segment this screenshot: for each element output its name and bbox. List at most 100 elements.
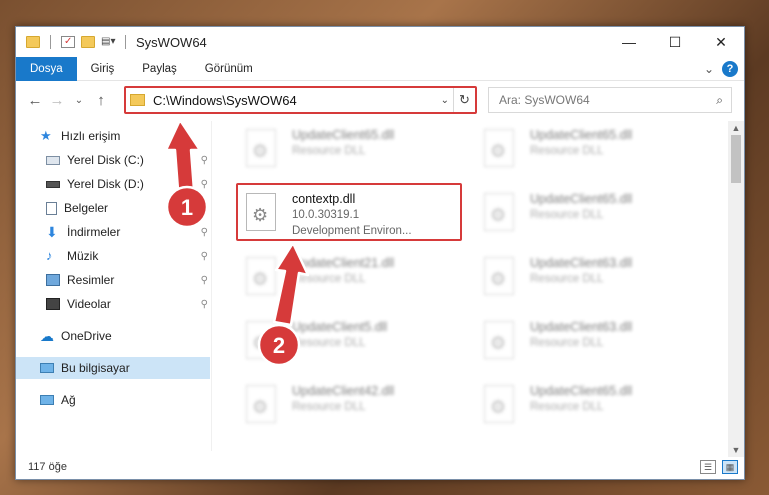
- pin-icon[interactable]: ⚲: [201, 227, 208, 238]
- forward-button[interactable]: →: [46, 92, 68, 109]
- title-bar: ✓ ▤▾ SysWOW64 — ☐ ✕: [16, 27, 744, 57]
- ribbon-tabs: Dosya Giriş Paylaş Görünüm ⌄ ?: [16, 56, 744, 81]
- dll-file-icon: ⚙: [246, 321, 278, 361]
- pin-icon[interactable]: ⚲: [201, 299, 208, 310]
- file-highlight-box: [236, 183, 462, 241]
- sidebar-item-pictures[interactable]: Resimler ⚲: [16, 269, 210, 291]
- properties-icon[interactable]: ✓: [61, 36, 75, 48]
- document-icon: [46, 201, 57, 215]
- address-dropdown-icon[interactable]: ⌄: [441, 95, 449, 106]
- sidebar-item-videos[interactable]: Videolar ⚲: [16, 293, 210, 315]
- expand-ribbon-icon[interactable]: ⌄: [704, 62, 714, 76]
- up-button[interactable]: ↑: [90, 92, 112, 109]
- file-list: ⚙ UpdateClient65.dll Resource DLL ⚙ conte…: [212, 121, 726, 451]
- file-name: UpdateClient42.dll: [292, 384, 395, 398]
- file-type: Resource DLL: [530, 145, 604, 157]
- file-name: UpdateClient65.dll: [530, 192, 633, 206]
- drive-icon: [46, 155, 60, 165]
- file-type: Resource DLL: [292, 145, 366, 157]
- file-name: UpdateClient63.dll: [530, 320, 633, 334]
- details-view-icon[interactable]: ☰: [700, 460, 716, 474]
- sidebar-item-music[interactable]: ♪ Müzik ⚲: [16, 245, 210, 267]
- sidebar-item-downloads[interactable]: ⬇ İndirmeler ⚲: [16, 221, 210, 243]
- tab-giris[interactable]: Giriş: [77, 57, 129, 81]
- download-icon: ⬇: [46, 224, 58, 240]
- tab-paylas[interactable]: Paylaş: [128, 57, 191, 81]
- sidebar-item-label: Hızlı erişim: [61, 129, 121, 143]
- tiles-view-icon[interactable]: ▦: [722, 460, 738, 474]
- quick-access-toolbar: ✓ ▤▾: [16, 35, 130, 49]
- file-type: Resource DLL: [292, 401, 366, 413]
- address-path[interactable]: C:\Windows\SysWOW64: [153, 93, 297, 108]
- file-item[interactable]: ⚙ UpdateClient65.dll Resource DLL: [484, 123, 704, 179]
- file-item[interactable]: ⚙ UpdateClient63.dll Resource DLL: [484, 251, 704, 307]
- sidebar-item-documents[interactable]: Belgeler ⚲: [16, 197, 210, 219]
- dll-file-icon: ⚙: [246, 257, 278, 297]
- search-input[interactable]: Ara: SysWOW64 ⌕: [488, 87, 732, 113]
- dll-file-icon: ⚙: [484, 193, 516, 233]
- customize-toolbar-icon[interactable]: ▤▾: [101, 36, 115, 48]
- new-folder-icon[interactable]: [81, 36, 95, 48]
- navigation-bar: ← → ⌄ ↑ C:\Windows\SysWOW64 ⌄ ↻ Ara: Sys…: [16, 83, 744, 117]
- sidebar-item-quick-access[interactable]: ★ Hızlı erişim: [16, 125, 210, 147]
- tab-gorunum[interactable]: Görünüm: [191, 57, 267, 81]
- toolbar-separator: [50, 35, 51, 49]
- scrollbar-thumb[interactable]: [731, 135, 741, 183]
- pin-icon[interactable]: ⚲: [201, 251, 208, 262]
- sidebar-item-local-disk-c[interactable]: Yerel Disk (C:) ⚲: [16, 149, 210, 171]
- ribbon-right-controls: ⌄ ?: [704, 61, 738, 77]
- maximize-button[interactable]: ☐: [652, 27, 698, 57]
- file-type: Resource DLL: [292, 273, 366, 285]
- sidebar-item-network[interactable]: Ağ: [16, 389, 210, 411]
- pin-icon[interactable]: ⚲: [201, 275, 208, 286]
- pin-icon[interactable]: ⚲: [201, 155, 208, 166]
- file-name: UpdateClient21.dll: [292, 256, 395, 270]
- sidebar-item-label: Bu bilgisayar: [61, 361, 130, 375]
- sidebar-item-local-disk-d[interactable]: Yerel Disk (D:) ⚲: [16, 173, 210, 195]
- help-icon[interactable]: ?: [722, 61, 738, 77]
- file-item[interactable]: ⚙ UpdateClient65.dll Resource DLL: [484, 187, 704, 243]
- file-item[interactable]: ⚙ UpdateClient65.dll Resource DLL: [246, 123, 466, 179]
- file-item[interactable]: ⚙ UpdateClient63.dll Resource DLL: [484, 315, 704, 371]
- file-item[interactable]: ⚙ UpdateClient21.dll Resource DLL: [246, 251, 466, 307]
- dll-file-icon: ⚙: [246, 385, 278, 425]
- refresh-button[interactable]: ↻: [453, 88, 475, 112]
- sidebar-item-this-pc[interactable]: Bu bilgisayar: [16, 357, 210, 379]
- file-name: UpdateClient5.dll: [292, 320, 388, 334]
- address-bar[interactable]: C:\Windows\SysWOW64 ⌄ ↻: [124, 87, 476, 113]
- network-icon: [40, 395, 54, 405]
- sidebar-item-label: Belgeler: [64, 201, 109, 215]
- status-bar: 117 öğe ☰ ▦: [16, 455, 744, 479]
- back-button[interactable]: ←: [24, 92, 46, 109]
- file-name: UpdateClient65.dll: [530, 384, 633, 398]
- explorer-window: ✓ ▤▾ SysWOW64 — ☐ ✕ Dosya Giriş Paylaş G…: [15, 26, 745, 480]
- sidebar-item-label: Resimler: [67, 273, 115, 287]
- file-item[interactable]: ⚙ UpdateClient65.dll Resource DLL: [484, 379, 704, 435]
- file-item[interactable]: ⚙ UpdateClient42.dll Resource DLL: [246, 379, 466, 435]
- computer-icon: [40, 363, 54, 373]
- file-type: Resource DLL: [530, 337, 604, 349]
- search-icon[interactable]: ⌕: [716, 93, 723, 108]
- scroll-up-arrow-icon[interactable]: ▲: [728, 121, 744, 135]
- sidebar-item-label: Yerel Disk (D:): [67, 177, 144, 191]
- recent-locations-button[interactable]: ⌄: [68, 95, 90, 106]
- minimize-button[interactable]: —: [606, 27, 652, 57]
- dll-file-icon: ⚙: [484, 385, 516, 425]
- sidebar-item-onedrive[interactable]: ☁ OneDrive: [16, 325, 210, 347]
- pin-icon[interactable]: ⚲: [201, 203, 208, 214]
- file-item[interactable]: ⚙ UpdateClient5.dll Resource DLL: [246, 315, 466, 371]
- music-icon: ♪: [46, 248, 53, 263]
- folder-icon: [130, 94, 145, 106]
- close-button[interactable]: ✕: [698, 27, 744, 57]
- window-title: SysWOW64: [136, 34, 207, 50]
- sidebar-item-label: Müzik: [67, 249, 99, 263]
- video-icon: [46, 298, 60, 310]
- file-type: Resource DLL: [292, 337, 366, 349]
- pin-icon[interactable]: ⚲: [201, 179, 208, 190]
- toolbar-separator: [125, 35, 126, 49]
- tab-dosya[interactable]: Dosya: [16, 56, 77, 81]
- window-controls: — ☐ ✕: [606, 27, 744, 57]
- pictures-icon: [46, 274, 60, 286]
- vertical-scrollbar[interactable]: ▲ ▼: [728, 121, 744, 457]
- file-type: Resource DLL: [530, 273, 604, 285]
